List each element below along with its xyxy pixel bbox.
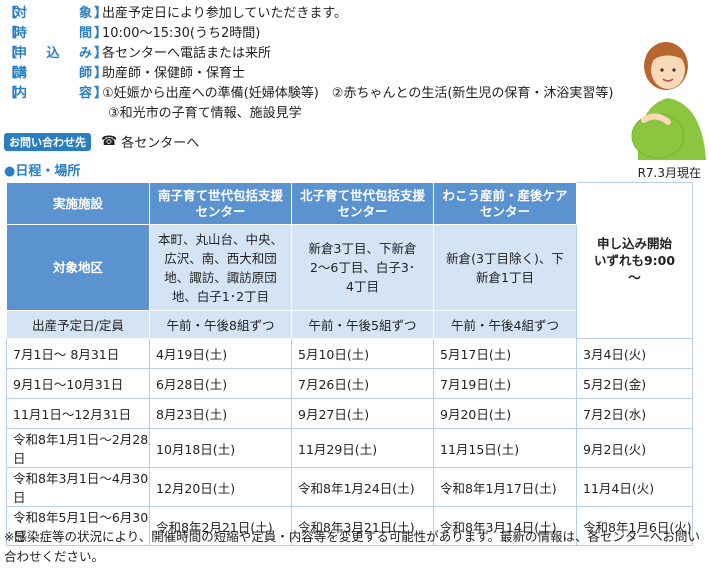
quota-south: 午前・午後8組ずつ	[149, 310, 292, 339]
session-date: 8月23日(土)	[149, 398, 292, 429]
facility-north: 北子育て世代包括支援センター	[291, 182, 434, 225]
info-row: 【講師】助産師・保健師・保育士	[4, 64, 644, 84]
due-date-range: 11月1日～12月31日	[6, 398, 150, 429]
table-row: 7月1日～ 8月31日 4月19日(土) 5月10日(土) 5月17日(土) 3月4日(…	[6, 338, 693, 369]
facility-wako: わこう産前・産後ケアセンター	[433, 182, 577, 225]
session-date: 5月17日(土)	[433, 338, 577, 369]
as-of-date: R7.3月現在	[637, 166, 701, 180]
session-date: 11月29日(土)	[291, 428, 434, 468]
info-label: 【申込み】	[4, 46, 108, 61]
due-date-range: 令和8年3月1日～4月30日	[6, 467, 150, 507]
phone-icon: ☎	[101, 134, 118, 149]
info-row: 【内容】 ①妊娠から出産への準備(妊婦体験等) ②赤ちゃんとの生活(新生児の保育・…	[4, 84, 644, 104]
session-date: 6月28日(土)	[149, 368, 292, 399]
schedule-table: 実施施設 南子育て世代包括支援センター 北子育て世代包括支援センター わこう産前…	[6, 182, 693, 546]
contact-text: 各センターへ	[121, 136, 200, 151]
table-row: 令和8年3月1日～4月30日 12月20日(土) 令和8年1月24日(土) 令和8年1…	[6, 467, 693, 507]
session-date: 12月20日(土)	[149, 467, 292, 507]
due-date-range: 7月1日～ 8月31日	[6, 338, 150, 369]
table-row: 11月1日～12月31日 8月23日(土) 9月27日(土) 9月20日(土) 7月2日…	[6, 398, 693, 429]
info-value: 助産師・保健師・保育士	[102, 66, 246, 81]
contact-row: お問い合わせ先 ☎ 各センターへ	[4, 132, 199, 151]
info-row: 【対象】出産予定日により参加していただきます。	[4, 4, 644, 24]
info-label: 【講師】	[4, 66, 108, 81]
table-row: 9月1日～10月31日 6月28日(土) 7月26日(土) 7月19日(土) 5月2日(…	[6, 368, 693, 399]
session-date: 11月4日(火)	[576, 467, 693, 507]
start-label: 申し込み開始いずれも9:00～	[576, 182, 693, 339]
info-row: 【申込み】各センターへ電話または来所	[4, 44, 644, 64]
session-date: 9月2日(火)	[576, 428, 693, 468]
area-south: 本町、丸山台、中央、広沢、南、西大和団地、諏訪、諏訪原団地、白子1･2丁目	[149, 224, 292, 311]
session-date: 7月26日(土)	[291, 368, 434, 399]
session-date: 9月27日(土)	[291, 398, 434, 429]
quota-north: 午前・午後5組ずつ	[291, 310, 434, 339]
session-date: 5月10日(土)	[291, 338, 434, 369]
due-date-range: 令和8年1月1日～2月28日	[6, 428, 150, 468]
contact-badge: お問い合わせ先	[4, 132, 91, 151]
note: ※感染症等の状況により、開催時間の短縮や定員・内容等を変更する可能性があります。…	[4, 529, 700, 564]
info-row: 【時間】 10:00～15:30(うち2時間)	[4, 24, 644, 44]
session-date: 9月20日(土)	[433, 398, 577, 429]
area-wako: 新倉(3丁目除く)、下新倉1丁目	[433, 224, 577, 311]
session-date: 4月19日(土)	[149, 338, 292, 369]
info-label: 【内容】	[4, 86, 108, 101]
header-area: 対象地区	[6, 224, 150, 311]
header-facility: 実施施設	[6, 182, 150, 225]
session-date: 10月18日(土)	[149, 428, 292, 468]
session-date: 11月15日(土)	[433, 428, 577, 468]
info-content-line2: ③和光市の子育て情報、施設見学	[108, 106, 302, 121]
session-date: 7月2日(水)	[576, 398, 693, 429]
pregnant-woman-illustration	[631, 42, 706, 160]
info-label: 【対象】	[4, 6, 108, 21]
session-date: 3月4日(火)	[576, 338, 693, 369]
info-value: 出産予定日により参加していただきます。	[102, 6, 348, 21]
table-row: 令和8年1月1日～2月28日 10月18日(土) 11月29日(土) 11月15日(土…	[6, 428, 693, 468]
session-date: 7月19日(土)	[433, 368, 577, 399]
info-value: ①妊娠から出産への準備(妊婦体験等) ②赤ちゃんとの生活(新生児の保育・沐浴実習…	[102, 86, 614, 101]
session-date: 令和8年1月24日(土)	[291, 467, 434, 507]
info-block: 【対象】出産予定日により参加していただきます。【時間】 10:00～15:30(う…	[4, 4, 644, 124]
info-label: 【時間】	[4, 26, 108, 41]
quota-wako: 午前・午後4組ずつ	[433, 310, 577, 339]
info-value: 10:00～15:30(うち2時間)	[102, 26, 261, 41]
due-date-range: 9月1日～10月31日	[6, 368, 150, 399]
schedule-title: ●日程・場所	[4, 164, 81, 179]
header-date-quota: 出産予定日/定員	[6, 310, 150, 339]
session-date: 令和8年1月17日(土)	[433, 467, 577, 507]
area-north: 新倉3丁目、下新倉2～6丁目、白子3･4丁目	[291, 224, 434, 311]
info-value: 各センターへ電話または来所	[102, 46, 272, 61]
session-date: 5月2日(金)	[576, 368, 693, 399]
facility-south: 南子育て世代包括支援センター	[149, 182, 292, 225]
